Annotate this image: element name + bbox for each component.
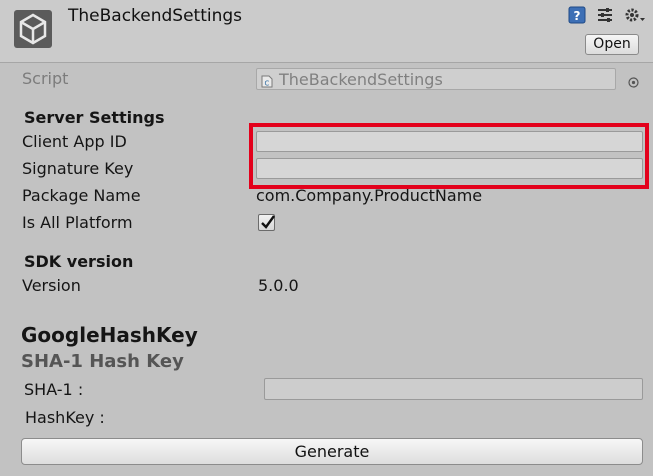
is-all-platform-checkbox[interactable] bbox=[258, 214, 275, 231]
server-settings-heading: Server Settings bbox=[24, 108, 165, 127]
package-name-label: Package Name bbox=[22, 186, 141, 205]
csharp-script-icon: C bbox=[261, 73, 273, 88]
package-name-value: com.Company.ProductName bbox=[256, 186, 483, 205]
is-all-platform-label: Is All Platform bbox=[22, 213, 133, 232]
highlight-box bbox=[249, 123, 649, 189]
object-picker-icon[interactable] bbox=[628, 73, 639, 88]
sdk-version-heading: SDK version bbox=[24, 252, 134, 271]
client-app-id-label: Client App ID bbox=[22, 132, 127, 151]
help-icon[interactable]: ? bbox=[568, 6, 586, 24]
hashkey-label: HashKey : bbox=[25, 408, 105, 427]
generate-button[interactable]: Generate bbox=[21, 438, 643, 465]
sha1-label: SHA-1 : bbox=[24, 380, 84, 399]
sha1-field[interactable] bbox=[264, 378, 643, 400]
google-hash-key-heading: GoogleHashKey bbox=[21, 323, 198, 347]
version-value: 5.0.0 bbox=[258, 276, 299, 295]
open-button[interactable]: Open bbox=[585, 34, 639, 55]
inspector-header: TheBackendSettings ? Open bbox=[0, 0, 653, 63]
script-field-value: TheBackendSettings bbox=[279, 70, 443, 89]
svg-text:?: ? bbox=[574, 9, 581, 23]
script-object-field[interactable]: C TheBackendSettings bbox=[256, 68, 616, 90]
settings-gear-icon[interactable] bbox=[624, 6, 645, 24]
unity-logo-icon bbox=[14, 10, 52, 48]
checkmark-icon bbox=[261, 215, 275, 229]
svg-text:C: C bbox=[265, 80, 270, 88]
sha1-hash-key-subheading: SHA-1 Hash Key bbox=[21, 351, 184, 372]
component-title: TheBackendSettings bbox=[68, 6, 243, 26]
signature-key-label: Signature Key bbox=[22, 159, 134, 178]
version-label: Version bbox=[22, 276, 81, 295]
script-label: Script bbox=[22, 69, 69, 88]
presets-icon[interactable] bbox=[596, 6, 614, 24]
